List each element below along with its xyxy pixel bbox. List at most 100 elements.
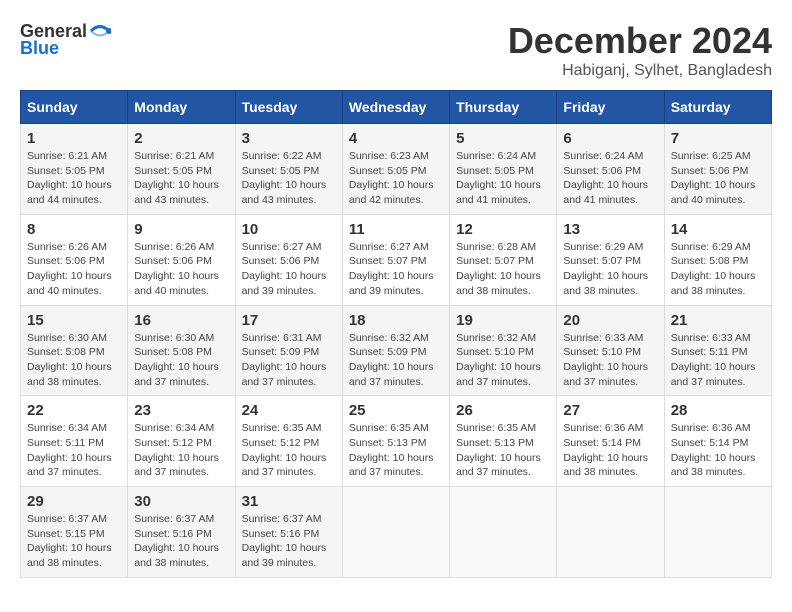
logo: General Blue — [20, 20, 113, 59]
calendar-cell: 14 Sunrise: 6:29 AM Sunset: 5:08 PM Dayli… — [664, 214, 771, 305]
day-info: Sunrise: 6:36 AM Sunset: 5:14 PM Dayligh… — [563, 422, 648, 478]
day-info: Sunrise: 6:32 AM Sunset: 5:10 PM Dayligh… — [456, 332, 541, 388]
calendar-cell: 5 Sunrise: 6:24 AM Sunset: 5:05 PM Daylig… — [450, 124, 557, 215]
calendar-week-row: 29 Sunrise: 6:37 AM Sunset: 5:15 PM Dayli… — [21, 487, 772, 578]
day-header-monday: Monday — [128, 91, 235, 124]
calendar-cell: 21 Sunrise: 6:33 AM Sunset: 5:11 PM Dayli… — [664, 305, 771, 396]
day-info: Sunrise: 6:32 AM Sunset: 5:09 PM Dayligh… — [349, 332, 434, 388]
calendar-cell: 25 Sunrise: 6:35 AM Sunset: 5:13 PM Dayli… — [342, 396, 449, 487]
calendar-cell: 30Sunrise: 6:37 AM Sunset: 5:16 PM Dayli… — [128, 487, 235, 578]
day-number: 17 — [242, 312, 336, 329]
calendar-cell — [664, 487, 771, 578]
day-number: 26 — [456, 402, 550, 419]
day-number: 3 — [242, 130, 336, 147]
day-info: Sunrise: 6:33 AM Sunset: 5:11 PM Dayligh… — [671, 332, 756, 388]
calendar-cell: 16 Sunrise: 6:30 AM Sunset: 5:08 PM Dayli… — [128, 305, 235, 396]
day-number: 7 — [671, 130, 765, 147]
calendar-cell: 26 Sunrise: 6:35 AM Sunset: 5:13 PM Dayli… — [450, 396, 557, 487]
day-number: 14 — [671, 221, 765, 238]
day-number: 13 — [563, 221, 657, 238]
calendar-cell: 12Sunrise: 6:28 AM Sunset: 5:07 PM Dayli… — [450, 214, 557, 305]
day-number: 9 — [134, 221, 228, 238]
calendar-cell: 2 Sunrise: 6:21 AM Sunset: 5:05 PM Daylig… — [128, 124, 235, 215]
day-info: Sunrise: 6:35 AM Sunset: 5:13 PM Dayligh… — [349, 422, 434, 478]
calendar-cell: 31 Sunrise: 6:37 AM Sunset: 5:16 PM Dayli… — [235, 487, 342, 578]
day-number: 11 — [349, 221, 443, 238]
day-number: 25 — [349, 402, 443, 419]
day-number: 15 — [27, 312, 121, 329]
day-number: 19 — [456, 312, 550, 329]
calendar-cell: 24Sunrise: 6:35 AM Sunset: 5:12 PM Dayli… — [235, 396, 342, 487]
day-info: Sunrise: 6:30 AM Sunset: 5:08 PM Dayligh… — [27, 332, 112, 388]
calendar-cell: 17 Sunrise: 6:31 AM Sunset: 5:09 PM Dayli… — [235, 305, 342, 396]
day-number: 20 — [563, 312, 657, 329]
day-number: 12 — [456, 221, 550, 238]
day-info: Sunrise: 6:34 AM Sunset: 5:12 PM Dayligh… — [134, 422, 219, 478]
day-info: Sunrise: 6:24 AM Sunset: 5:05 PM Dayligh… — [456, 150, 541, 206]
day-number: 29 — [27, 493, 121, 510]
calendar-cell: 3 Sunrise: 6:22 AM Sunset: 5:05 PM Daylig… — [235, 124, 342, 215]
day-info: Sunrise: 6:33 AM Sunset: 5:10 PM Dayligh… — [563, 332, 648, 388]
day-info: Sunrise: 6:35 AM Sunset: 5:13 PM Dayligh… — [456, 422, 541, 478]
calendar-cell: 7Sunrise: 6:25 AM Sunset: 5:06 PM Daylig… — [664, 124, 771, 215]
day-header-wednesday: Wednesday — [342, 91, 449, 124]
day-number: 2 — [134, 130, 228, 147]
calendar-cell: 10Sunrise: 6:27 AM Sunset: 5:06 PM Dayli… — [235, 214, 342, 305]
calendar-cell: 13Sunrise: 6:29 AM Sunset: 5:07 PM Dayli… — [557, 214, 664, 305]
day-number: 31 — [242, 493, 336, 510]
day-number: 18 — [349, 312, 443, 329]
calendar-cell: 19 Sunrise: 6:32 AM Sunset: 5:10 PM Dayli… — [450, 305, 557, 396]
day-info: Sunrise: 6:27 AM Sunset: 5:07 PM Dayligh… — [349, 241, 434, 297]
day-number: 5 — [456, 130, 550, 147]
day-info: Sunrise: 6:30 AM Sunset: 5:08 PM Dayligh… — [134, 332, 219, 388]
calendar-cell: 22Sunrise: 6:34 AM Sunset: 5:11 PM Dayli… — [21, 396, 128, 487]
calendar-cell: 23 Sunrise: 6:34 AM Sunset: 5:12 PM Dayli… — [128, 396, 235, 487]
day-info: Sunrise: 6:31 AM Sunset: 5:09 PM Dayligh… — [242, 332, 327, 388]
day-number: 27 — [563, 402, 657, 419]
day-number: 24 — [242, 402, 336, 419]
day-info: Sunrise: 6:26 AM Sunset: 5:06 PM Dayligh… — [27, 241, 112, 297]
calendar-cell: 27 Sunrise: 6:36 AM Sunset: 5:14 PM Dayli… — [557, 396, 664, 487]
calendar-week-row: 15 Sunrise: 6:30 AM Sunset: 5:08 PM Dayli… — [21, 305, 772, 396]
day-info: Sunrise: 6:36 AM Sunset: 5:14 PM Dayligh… — [671, 422, 756, 478]
day-info: Sunrise: 6:23 AM Sunset: 5:05 PM Dayligh… — [349, 150, 434, 206]
logo-blue-text: Blue — [20, 38, 59, 59]
day-info: Sunrise: 6:24 AM Sunset: 5:06 PM Dayligh… — [563, 150, 648, 206]
day-info: Sunrise: 6:29 AM Sunset: 5:08 PM Dayligh… — [671, 241, 756, 297]
location-title: Habiganj, Sylhet, Bangladesh — [508, 62, 772, 80]
calendar-cell: 9Sunrise: 6:26 AM Sunset: 5:06 PM Daylig… — [128, 214, 235, 305]
day-number: 23 — [134, 402, 228, 419]
calendar-cell: 28Sunrise: 6:36 AM Sunset: 5:14 PM Dayli… — [664, 396, 771, 487]
calendar-week-row: 8 Sunrise: 6:26 AM Sunset: 5:06 PM Daylig… — [21, 214, 772, 305]
calendar-cell: 18 Sunrise: 6:32 AM Sunset: 5:09 PM Dayli… — [342, 305, 449, 396]
title-area: December 2024 Habiganj, Sylhet, Banglade… — [508, 20, 772, 80]
day-info: Sunrise: 6:27 AM Sunset: 5:06 PM Dayligh… — [242, 241, 327, 297]
calendar-cell: 20 Sunrise: 6:33 AM Sunset: 5:10 PM Dayli… — [557, 305, 664, 396]
day-number: 30 — [134, 493, 228, 510]
calendar-cell — [557, 487, 664, 578]
calendar-cell: 15 Sunrise: 6:30 AM Sunset: 5:08 PM Dayli… — [21, 305, 128, 396]
day-number: 8 — [27, 221, 121, 238]
day-header-tuesday: Tuesday — [235, 91, 342, 124]
day-header-sunday: Sunday — [21, 91, 128, 124]
calendar-cell: 29 Sunrise: 6:37 AM Sunset: 5:15 PM Dayli… — [21, 487, 128, 578]
calendar-table: SundayMondayTuesdayWednesdayThursdayFrid… — [20, 90, 772, 578]
day-number: 22 — [27, 402, 121, 419]
calendar-week-row: 1 Sunrise: 6:21 AM Sunset: 5:05 PM Daylig… — [21, 124, 772, 215]
day-info: Sunrise: 6:21 AM Sunset: 5:05 PM Dayligh… — [134, 150, 219, 206]
day-header-friday: Friday — [557, 91, 664, 124]
calendar-week-row: 22Sunrise: 6:34 AM Sunset: 5:11 PM Dayli… — [21, 396, 772, 487]
day-number: 1 — [27, 130, 121, 147]
header: General Blue December 2024 Habiganj, Syl… — [20, 20, 772, 80]
day-number: 21 — [671, 312, 765, 329]
day-info: Sunrise: 6:22 AM Sunset: 5:05 PM Dayligh… — [242, 150, 327, 206]
day-header-thursday: Thursday — [450, 91, 557, 124]
day-number: 4 — [349, 130, 443, 147]
day-header-saturday: Saturday — [664, 91, 771, 124]
calendar-cell: 11 Sunrise: 6:27 AM Sunset: 5:07 PM Dayli… — [342, 214, 449, 305]
month-title: December 2024 — [508, 20, 772, 62]
calendar-cell: 1Sunrise: 6:21 AM Sunset: 5:05 PM Daylig… — [21, 124, 128, 215]
day-info: Sunrise: 6:37 AM Sunset: 5:15 PM Dayligh… — [27, 513, 112, 569]
day-number: 16 — [134, 312, 228, 329]
day-info: Sunrise: 6:37 AM Sunset: 5:16 PM Dayligh… — [242, 513, 327, 569]
